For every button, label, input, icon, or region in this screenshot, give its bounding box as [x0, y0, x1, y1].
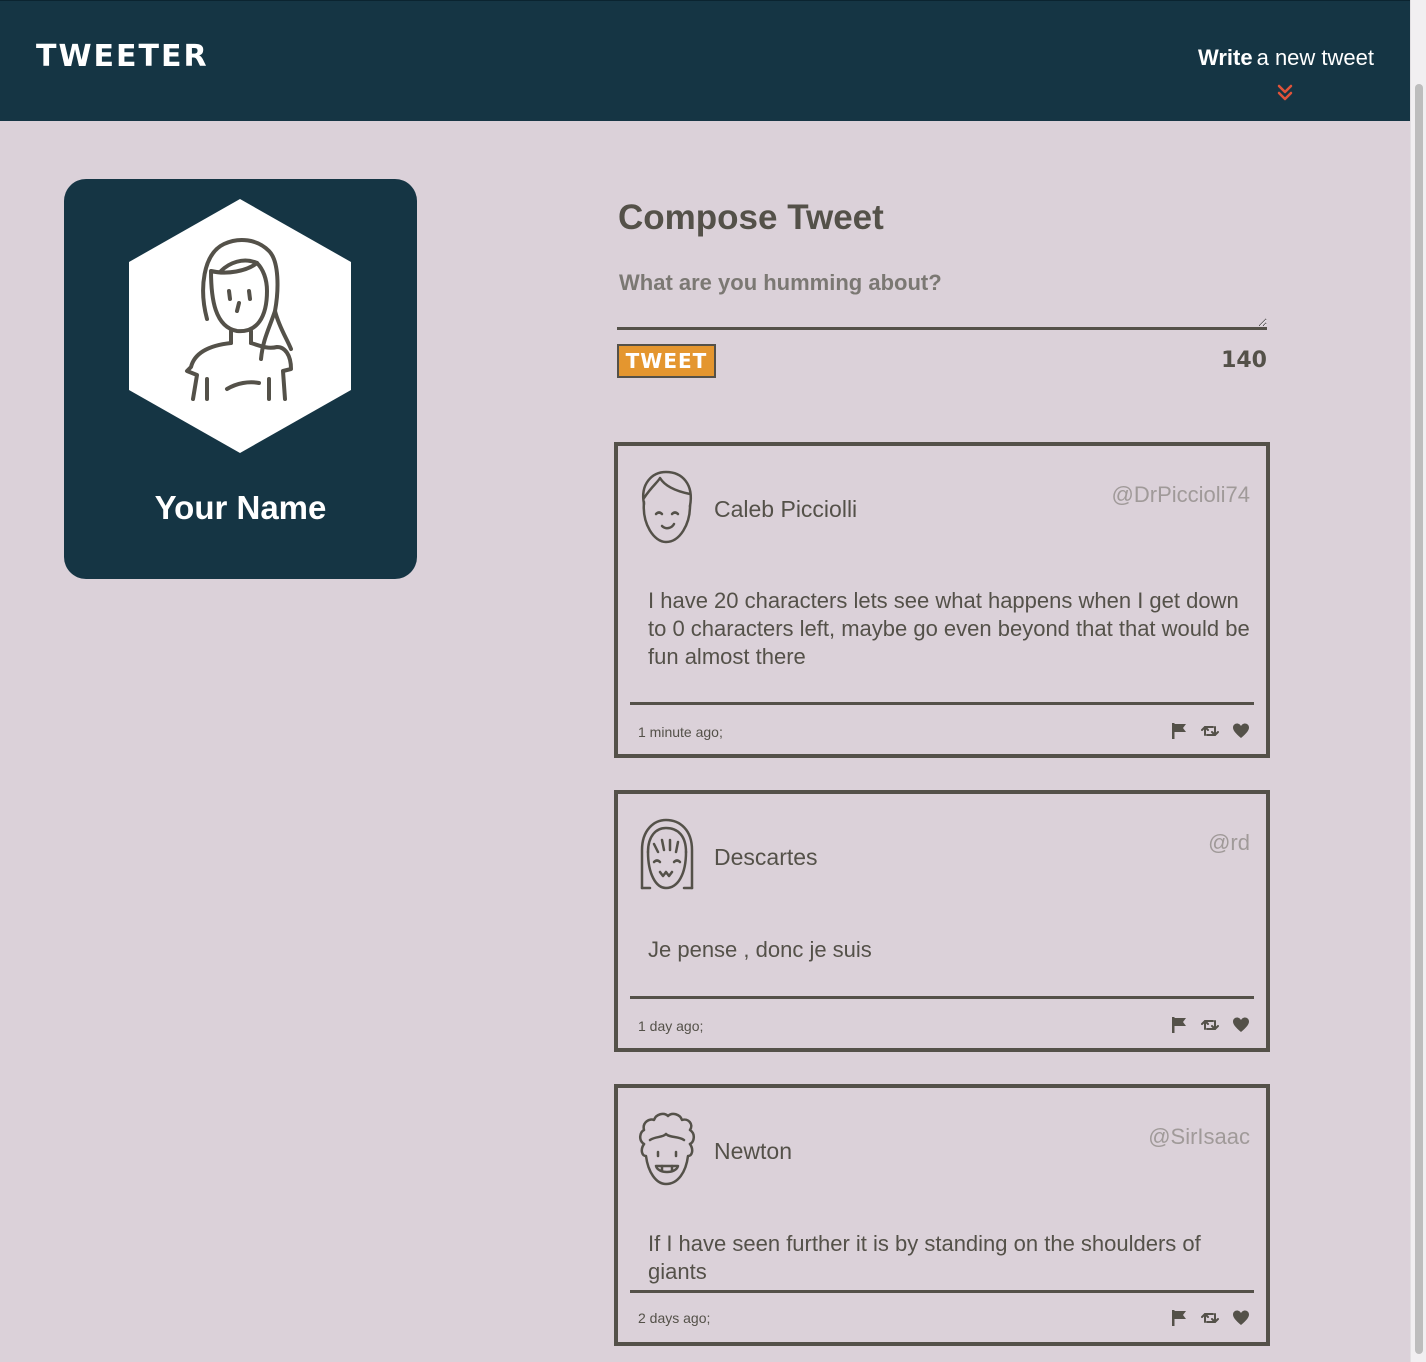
flag-icon[interactable] — [1170, 722, 1188, 740]
top-nav: TWEETER Write a new tweet — [0, 0, 1410, 121]
tweet-timestamp: 2 days ago; — [638, 1310, 711, 1326]
tweet-article: Descartes @rd Je pense , donc je suis 1 … — [614, 790, 1270, 1052]
tweet-content: If I have seen further it is by standing… — [648, 1231, 1201, 1284]
tweet-author: Caleb Picciolli — [714, 496, 858, 522]
tweet-divider — [630, 1290, 1254, 1293]
tweet-handle[interactable]: @DrPiccioli74 — [1112, 482, 1250, 508]
curly-avatar-icon — [639, 1112, 695, 1186]
tweet-input[interactable] — [617, 264, 1267, 330]
tweet-article: Newton @SirIsaac If I have seen further … — [614, 1084, 1270, 1346]
heart-icon[interactable] — [1232, 1016, 1250, 1034]
heart-icon[interactable] — [1232, 1309, 1250, 1327]
profile-card: Your Name — [64, 179, 417, 579]
tweet-content: I have 20 characters lets see what happe… — [648, 588, 1250, 669]
tweet-timestamp: 1 day ago; — [638, 1018, 704, 1034]
tweet-actions — [1170, 1016, 1250, 1034]
boy-avatar-icon — [641, 470, 693, 544]
retweet-icon[interactable] — [1201, 722, 1219, 740]
heart-icon[interactable] — [1232, 722, 1250, 740]
tweet-author: Descartes — [714, 844, 818, 870]
tweet-actions — [1170, 722, 1250, 740]
tweet-actions — [1170, 1309, 1250, 1327]
tweet-divider — [630, 996, 1254, 999]
double-chevron-down-icon[interactable] — [1276, 83, 1294, 103]
write-label: Write — [1197, 45, 1253, 70]
write-new-tweet-link[interactable]: Write a new tweet — [1174, 45, 1374, 71]
compose-title: Compose Tweet — [618, 198, 884, 237]
new-tweet-label: a new tweet — [1256, 45, 1374, 70]
tweet-content: Je pense , donc je suis — [648, 937, 872, 962]
retweet-icon[interactable] — [1201, 1309, 1219, 1327]
vertical-scrollbar[interactable] — [1410, 0, 1426, 1362]
tweet-timestamp: 1 minute ago; — [638, 724, 723, 740]
profile-name: Your Name — [154, 489, 327, 526]
tweet-handle[interactable]: @SirIsaac — [1148, 1124, 1250, 1150]
tweet-handle[interactable]: @rd — [1208, 830, 1250, 856]
tweet-divider — [630, 702, 1254, 705]
flag-icon[interactable] — [1170, 1016, 1188, 1034]
retweet-icon[interactable] — [1201, 1016, 1219, 1034]
scrollbar-thumb[interactable] — [1415, 84, 1423, 1354]
page: TWEETER Write a new tweet Your Name Comp… — [0, 0, 1426, 1362]
girl-avatar-icon — [129, 199, 351, 453]
bangs-avatar-icon — [640, 818, 694, 890]
tweet-article: Caleb Picciolli @DrPiccioli74 I have 20 … — [614, 442, 1270, 758]
brand-logo[interactable]: TWEETER — [36, 39, 209, 74]
flag-icon[interactable] — [1170, 1309, 1188, 1327]
tweet-submit-button[interactable]: TWEET — [617, 344, 716, 378]
character-counter: 140 — [1221, 348, 1267, 373]
tweet-author: Newton — [714, 1138, 792, 1164]
